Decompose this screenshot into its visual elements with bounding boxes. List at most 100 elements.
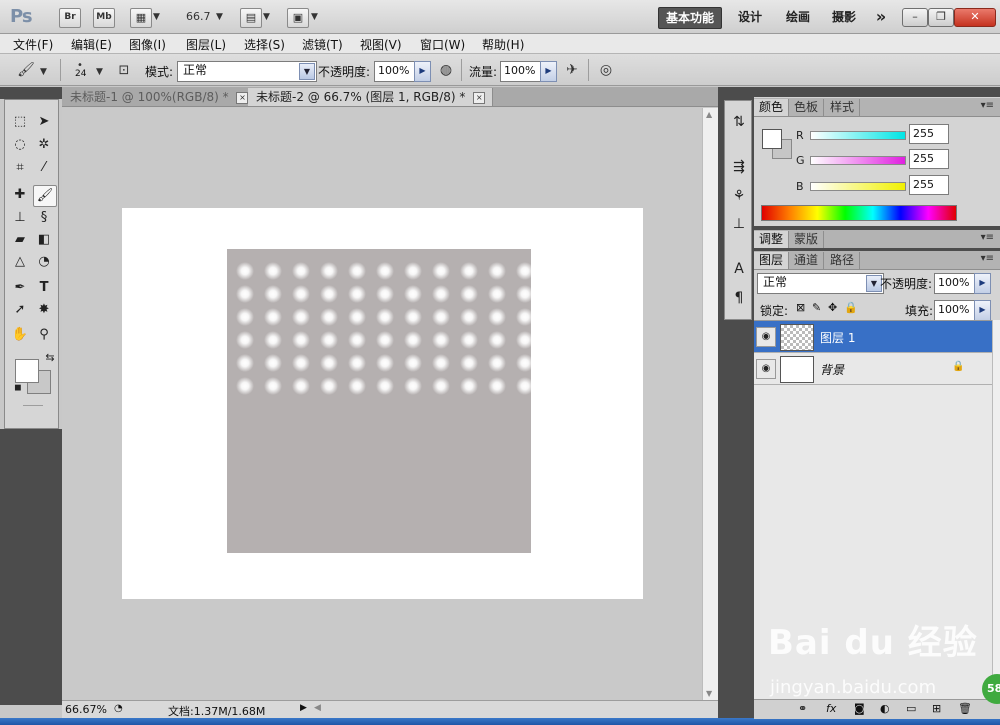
menu-view[interactable]: 视图(V) bbox=[360, 36, 402, 53]
path-selection-tool-icon[interactable]: ➚ bbox=[9, 300, 31, 320]
chevron-down-icon[interactable]: ▼ bbox=[40, 67, 47, 77]
lock-transparency-icon[interactable]: ⊠ bbox=[796, 301, 805, 314]
pen-tool-icon[interactable]: ✒ bbox=[9, 278, 31, 298]
eye-icon[interactable]: ◉ bbox=[756, 327, 776, 347]
panel-menu-icon[interactable]: ▾≡ bbox=[981, 253, 994, 264]
healing-brush-tool-icon[interactable]: ✚ bbox=[9, 185, 31, 205]
layer-row-background[interactable]: ◉ 背景 🔒 bbox=[754, 353, 992, 385]
menu-layer[interactable]: 图层(L) bbox=[186, 36, 226, 53]
layer-1-content[interactable] bbox=[227, 249, 534, 553]
blend-mode-select[interactable]: 正常 ▼ bbox=[757, 273, 884, 294]
panel-menu-icon[interactable]: ▾≡ bbox=[981, 232, 994, 243]
history-panel-icon[interactable]: ⇅ bbox=[728, 111, 750, 133]
swap-colors-icon[interactable]: ⇆ bbox=[39, 348, 61, 368]
gradient-tool-icon[interactable]: ◧ bbox=[33, 230, 55, 250]
status-expand-icon[interactable]: ▶ bbox=[300, 703, 307, 713]
airbrush-icon[interactable]: ✈ bbox=[562, 61, 582, 80]
menu-window[interactable]: 窗口(W) bbox=[420, 36, 465, 53]
eyedropper-tool-icon[interactable]: ⁄ bbox=[33, 158, 55, 178]
tab-adjustments[interactable]: 调整 bbox=[754, 231, 790, 248]
pressure-size-icon[interactable]: ◎ bbox=[596, 61, 616, 80]
crop-tool-icon[interactable]: ⌗ bbox=[9, 158, 31, 178]
quick-selection-tool-icon[interactable]: ✲ bbox=[33, 135, 55, 155]
marquee-tool-icon[interactable]: ⬚ bbox=[9, 112, 31, 132]
vertical-scrollbar[interactable]: ▲ ▼ bbox=[702, 108, 718, 700]
blur-tool-icon[interactable]: △ bbox=[9, 252, 31, 272]
scroll-down-icon[interactable]: ▼ bbox=[706, 689, 712, 698]
flow-input[interactable]: 100% bbox=[500, 61, 545, 82]
opacity-slider-arrow[interactable]: ▶ bbox=[414, 61, 431, 82]
character-panel-icon[interactable]: A bbox=[728, 258, 750, 280]
bridge-button[interactable]: Br bbox=[59, 8, 81, 28]
layer-name[interactable]: 图层 1 bbox=[820, 329, 855, 346]
layer-opacity-input[interactable]: 100% bbox=[934, 273, 979, 294]
paragraph-panel-icon[interactable]: ¶ bbox=[728, 287, 750, 309]
blue-channel-input[interactable]: 255 bbox=[909, 175, 949, 195]
close-icon[interactable]: × bbox=[236, 91, 249, 104]
zoom-level-display[interactable]: 66.7 bbox=[186, 10, 211, 23]
toolbox-header[interactable] bbox=[0, 87, 62, 99]
tab-channels[interactable]: 通道 bbox=[789, 252, 825, 269]
tab-document-2[interactable]: 未标题-2 @ 66.7% (图层 1, RGB/8) * × bbox=[248, 88, 493, 106]
chevron-down-icon[interactable]: ▼ bbox=[153, 12, 160, 22]
tab-swatches[interactable]: 色板 bbox=[789, 99, 825, 116]
fill-input[interactable]: 100% bbox=[934, 300, 979, 321]
chevron-down-icon[interactable]: ▼ bbox=[263, 12, 270, 22]
custom-shape-tool-icon[interactable]: ✸ bbox=[33, 300, 55, 320]
tab-layers[interactable]: 图层 bbox=[754, 252, 790, 269]
clone-source-icon[interactable]: ⊥ bbox=[728, 213, 750, 235]
move-tool-icon[interactable]: ➤ bbox=[33, 112, 55, 132]
opacity-input[interactable]: 100% bbox=[374, 61, 419, 82]
layer-row-layer-1[interactable]: ◉ 图层 1 bbox=[754, 321, 992, 353]
scroll-left-icon[interactable]: ◀ bbox=[314, 703, 321, 713]
pressure-opacity-icon[interactable]: ◍ bbox=[436, 61, 456, 80]
menu-image[interactable]: 图像(I) bbox=[129, 36, 166, 53]
scroll-up-icon[interactable]: ▲ bbox=[706, 110, 712, 119]
color-foreground-swatch[interactable] bbox=[762, 129, 782, 149]
lock-all-icon[interactable]: 🔒 bbox=[844, 301, 858, 314]
chevron-down-icon[interactable]: ▼ bbox=[96, 67, 103, 77]
chevron-down-icon[interactable]: ▼ bbox=[299, 63, 315, 80]
panel-dock-header[interactable] bbox=[754, 87, 1000, 97]
brush-tool-preset-icon[interactable]: 🖌 bbox=[16, 61, 36, 80]
close-icon[interactable]: × bbox=[473, 91, 486, 104]
more-workspaces-button[interactable]: » bbox=[870, 7, 892, 27]
flow-slider-arrow[interactable]: ▶ bbox=[540, 61, 557, 82]
menu-select[interactable]: 选择(S) bbox=[244, 36, 285, 53]
workspace-design-button[interactable]: 设计 bbox=[732, 7, 768, 27]
red-channel-input[interactable]: 255 bbox=[909, 124, 949, 144]
close-button[interactable]: ✕ bbox=[954, 8, 996, 27]
tab-styles[interactable]: 样式 bbox=[825, 99, 861, 116]
tab-paths[interactable]: 路径 bbox=[825, 252, 861, 269]
brush-tool-icon[interactable]: 🖌 bbox=[33, 185, 57, 207]
chevron-down-icon[interactable]: ▼ bbox=[311, 12, 318, 22]
eraser-tool-icon[interactable]: ▰ bbox=[9, 230, 31, 250]
green-channel-input[interactable]: 255 bbox=[909, 149, 949, 169]
screen-mode-icon[interactable]: ▣ bbox=[287, 8, 309, 28]
layer-name[interactable]: 背景 bbox=[820, 361, 844, 378]
workspace-photography-button[interactable]: 摄影 bbox=[826, 7, 862, 27]
type-tool-icon[interactable]: T bbox=[33, 278, 55, 298]
lock-position-icon[interactable]: ✥ bbox=[828, 301, 837, 314]
view-extras-icon[interactable]: ▦ bbox=[130, 8, 152, 28]
zoom-percentage[interactable]: 66.67% bbox=[65, 703, 107, 716]
arrange-documents-icon[interactable]: ▤ bbox=[240, 8, 262, 28]
menu-edit[interactable]: 编辑(E) bbox=[71, 36, 112, 53]
hand-tool-icon[interactable]: ✋ bbox=[9, 325, 31, 345]
eye-icon[interactable]: ◉ bbox=[756, 359, 776, 379]
workspace-painting-button[interactable]: 绘画 bbox=[780, 7, 816, 27]
brush-panel-icon[interactable]: ⊡ bbox=[114, 61, 134, 80]
dodge-tool-icon[interactable]: ◔ bbox=[33, 252, 55, 272]
tab-masks[interactable]: 蒙版 bbox=[789, 231, 825, 248]
mini-bridge-button[interactable]: Mb bbox=[93, 8, 115, 28]
chevron-down-icon[interactable]: ▼ bbox=[216, 12, 223, 22]
workspace-essentials-button[interactable]: 基本功能 bbox=[658, 7, 722, 29]
status-menu-icon[interactable]: ◔ bbox=[114, 703, 123, 714]
brush-presets-icon[interactable]: ⇶ bbox=[728, 156, 750, 178]
zoom-tool-icon[interactable]: ⚲ bbox=[33, 325, 55, 345]
blue-channel-slider[interactable] bbox=[810, 182, 906, 191]
panel-menu-icon[interactable]: ▾≡ bbox=[981, 100, 994, 111]
restore-button[interactable]: ❐ bbox=[928, 8, 954, 27]
menu-filter[interactable]: 滤镜(T) bbox=[302, 36, 343, 53]
lock-pixels-icon[interactable]: ✎ bbox=[812, 301, 821, 314]
